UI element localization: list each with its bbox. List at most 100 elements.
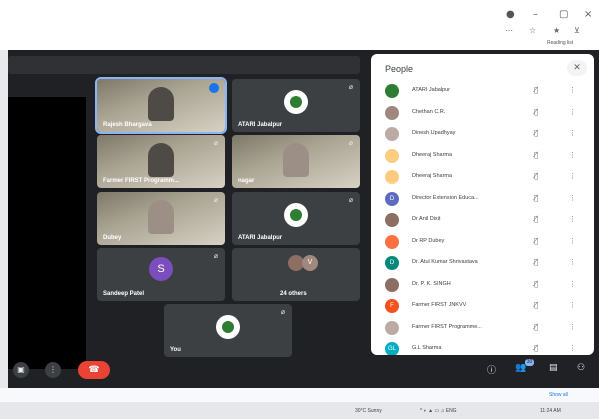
more-icon[interactable]: ⋯	[505, 26, 513, 35]
mic-off-icon: ⌀	[213, 252, 218, 260]
participant-row[interactable]: GL G.L Sharma 🎙̸ ⋮	[371, 338, 594, 355]
mic-off-icon: ⌀	[213, 196, 218, 204]
participant-name: Farmer FIRST JNKVV	[412, 302, 467, 308]
more-options-icon[interactable]: ⋮	[569, 237, 576, 245]
participant-row[interactable]: F Farmer FIRST JNKVV 🎙̸ ⋮	[371, 295, 594, 317]
participant-row[interactable]: Dheeraj Sharma 🎙̸ ⋮	[371, 145, 594, 167]
download-icon[interactable]: ⊻	[574, 26, 580, 35]
participant-row[interactable]: Farmer FIRST Programme... 🎙̸ ⋮	[371, 317, 594, 339]
extension-icon[interactable]: ★	[553, 26, 560, 35]
participant-row[interactable]: Dheeraj Sharma 🎙̸ ⋮	[371, 166, 594, 188]
more-options-icon[interactable]: ⋮	[569, 151, 576, 159]
mic-off-icon: 🎙̸	[534, 344, 539, 352]
avatar: V	[302, 255, 318, 271]
more-options-icon[interactable]: ⋮	[569, 108, 576, 116]
people-count-badge: 30	[525, 359, 534, 366]
participant-tile[interactable]: ⌀ nagar	[232, 135, 360, 188]
more-options-icon[interactable]: ⋮	[569, 194, 576, 202]
participant-name: Dr. Atul Kumar Shrivastava	[412, 259, 478, 265]
mic-off-icon: 🎙̸	[534, 301, 539, 309]
mic-off-icon: ⌀	[348, 139, 353, 147]
bookmark-star-icon[interactable]: ☆	[529, 26, 536, 35]
show-all-link[interactable]: Show all	[549, 392, 568, 398]
profile-icon[interactable]: ●	[506, 9, 515, 20]
meeting-title-strip	[8, 56, 360, 74]
more-options-icon[interactable]: ⋮	[569, 280, 576, 288]
avatar: D	[385, 256, 399, 270]
mic-off-icon: ⌀	[280, 308, 285, 316]
more-options-icon[interactable]: ⋮	[569, 301, 576, 309]
avatar: F	[385, 299, 399, 313]
downloads-bar	[0, 388, 599, 402]
participant-tile[interactable]: ⌀ ATARI Jabalpur	[232, 79, 360, 132]
more-options-icon[interactable]: ⋮	[569, 258, 576, 266]
tile-name: ATARI Jabalpur	[238, 235, 283, 241]
avatar	[385, 105, 399, 120]
atari-logo	[284, 203, 308, 228]
participant-name: Dheeraj Sharma	[412, 173, 453, 179]
participant-row[interactable]: D Dr. Atul Kumar Shrivastava 🎙̸ ⋮	[371, 252, 594, 274]
avatar	[385, 84, 399, 98]
participant-row[interactable]: ATARI Jabalpur 🎙̸ ⋮	[371, 80, 594, 102]
mic-off-icon: ⌀	[348, 83, 353, 91]
participant-row[interactable]: Chethan C.R. 🎙̸ ⋮	[371, 102, 594, 124]
mic-off-icon: 🎙̸	[534, 107, 539, 116]
tile-name: nagar	[238, 178, 255, 184]
more-options-icon[interactable]: ⋮	[569, 86, 576, 94]
end-call-button[interactable]: ☎	[78, 361, 110, 379]
participant-name: Dinesh Upadhyay	[412, 130, 456, 136]
reading-list-button[interactable]: Reading list	[547, 40, 573, 46]
meeting-details-icon[interactable]: ⓘ	[487, 363, 496, 376]
participant-tile[interactable]: ⌀ ATARI Jabalpur	[232, 192, 360, 245]
browser-chrome: ● – ▢ × ⋯ ☆ ★ ⊻ Reading list	[0, 0, 599, 50]
minimize-button[interactable]: –	[533, 9, 538, 20]
present-icon[interactable]: ▣	[13, 362, 29, 378]
close-icon[interactable]: ✕	[567, 60, 587, 76]
more-options-icon[interactable]: ⋮	[569, 215, 576, 223]
tile-name: Farmer FIRST Programm...	[103, 178, 180, 184]
avatar: GL	[385, 342, 399, 355]
others-tile[interactable]: V 24 others	[232, 248, 360, 301]
mic-off-icon: 🎙̸	[534, 322, 539, 331]
avatar	[385, 213, 399, 227]
participant-video	[148, 87, 174, 121]
more-options-icon[interactable]: ⋮	[569, 344, 576, 352]
participant-video	[283, 143, 309, 177]
mic-off-icon: 🎙̸	[534, 86, 539, 94]
more-options-icon[interactable]: ⋮	[569, 172, 576, 180]
mic-off-icon: 🎙̸	[534, 215, 539, 223]
activities-icon[interactable]: ⚇	[577, 363, 585, 373]
participant-video	[148, 143, 174, 177]
participant-tile[interactable]: ⌀ Farmer FIRST Programm...	[97, 135, 225, 188]
participant-tile[interactable]: Rajesh Bhargava	[95, 77, 227, 134]
chat-icon[interactable]: ▤	[549, 363, 558, 373]
tile-name: Dubey	[103, 235, 122, 241]
system-tray-icons[interactable]: ^ ◐ ▲ ▭ ♫ ENG	[420, 408, 457, 414]
clock-text: 11:24 AM	[540, 408, 561, 414]
atari-logo	[216, 315, 240, 340]
participant-row[interactable]: D Director Extension Educa... 🎙̸ ⋮	[371, 188, 594, 210]
people-panel-title: People	[385, 64, 414, 74]
participant-name: Dheeraj Sharma	[412, 151, 453, 158]
participant-name: Dr Anil Dixit	[412, 216, 441, 222]
self-tile[interactable]: ⌀ You	[164, 304, 292, 357]
participant-row[interactable]: Dinesh Upadhyay 🎙̸ ⋮	[371, 123, 594, 145]
mic-off-icon: 🎙̸	[534, 129, 539, 137]
participant-video	[148, 200, 174, 234]
participant-row[interactable]: Dr Anil Dixit 🎙̸ ⋮	[371, 209, 594, 231]
more-options-icon[interactable]: ⋮	[569, 129, 576, 137]
participant-row[interactable]: Dr. P. K. SINGH 🎙̸ ⋮	[371, 274, 594, 296]
maximize-button[interactable]: ▢	[559, 9, 568, 20]
more-options-icon[interactable]: ⋮	[569, 323, 576, 331]
tile-name: Sandeep Patel	[103, 291, 145, 297]
tile-name: ATARI Jabalpur	[238, 122, 283, 128]
participant-tile[interactable]: ⌀ Dubey	[97, 192, 225, 245]
participant-row[interactable]: Dr RP Dubey 🎙̸ ⋮	[371, 231, 594, 253]
mic-off-icon: 🎙̸	[534, 150, 539, 159]
more-options-icon[interactable]: ⋮	[45, 362, 61, 378]
avatar	[385, 148, 399, 163]
avatar	[385, 170, 399, 184]
close-window-button[interactable]: ×	[584, 9, 592, 20]
participant-name: Dr RP Dubey	[412, 237, 445, 244]
participant-tile[interactable]: S ⌀ Sandeep Patel	[97, 248, 225, 301]
